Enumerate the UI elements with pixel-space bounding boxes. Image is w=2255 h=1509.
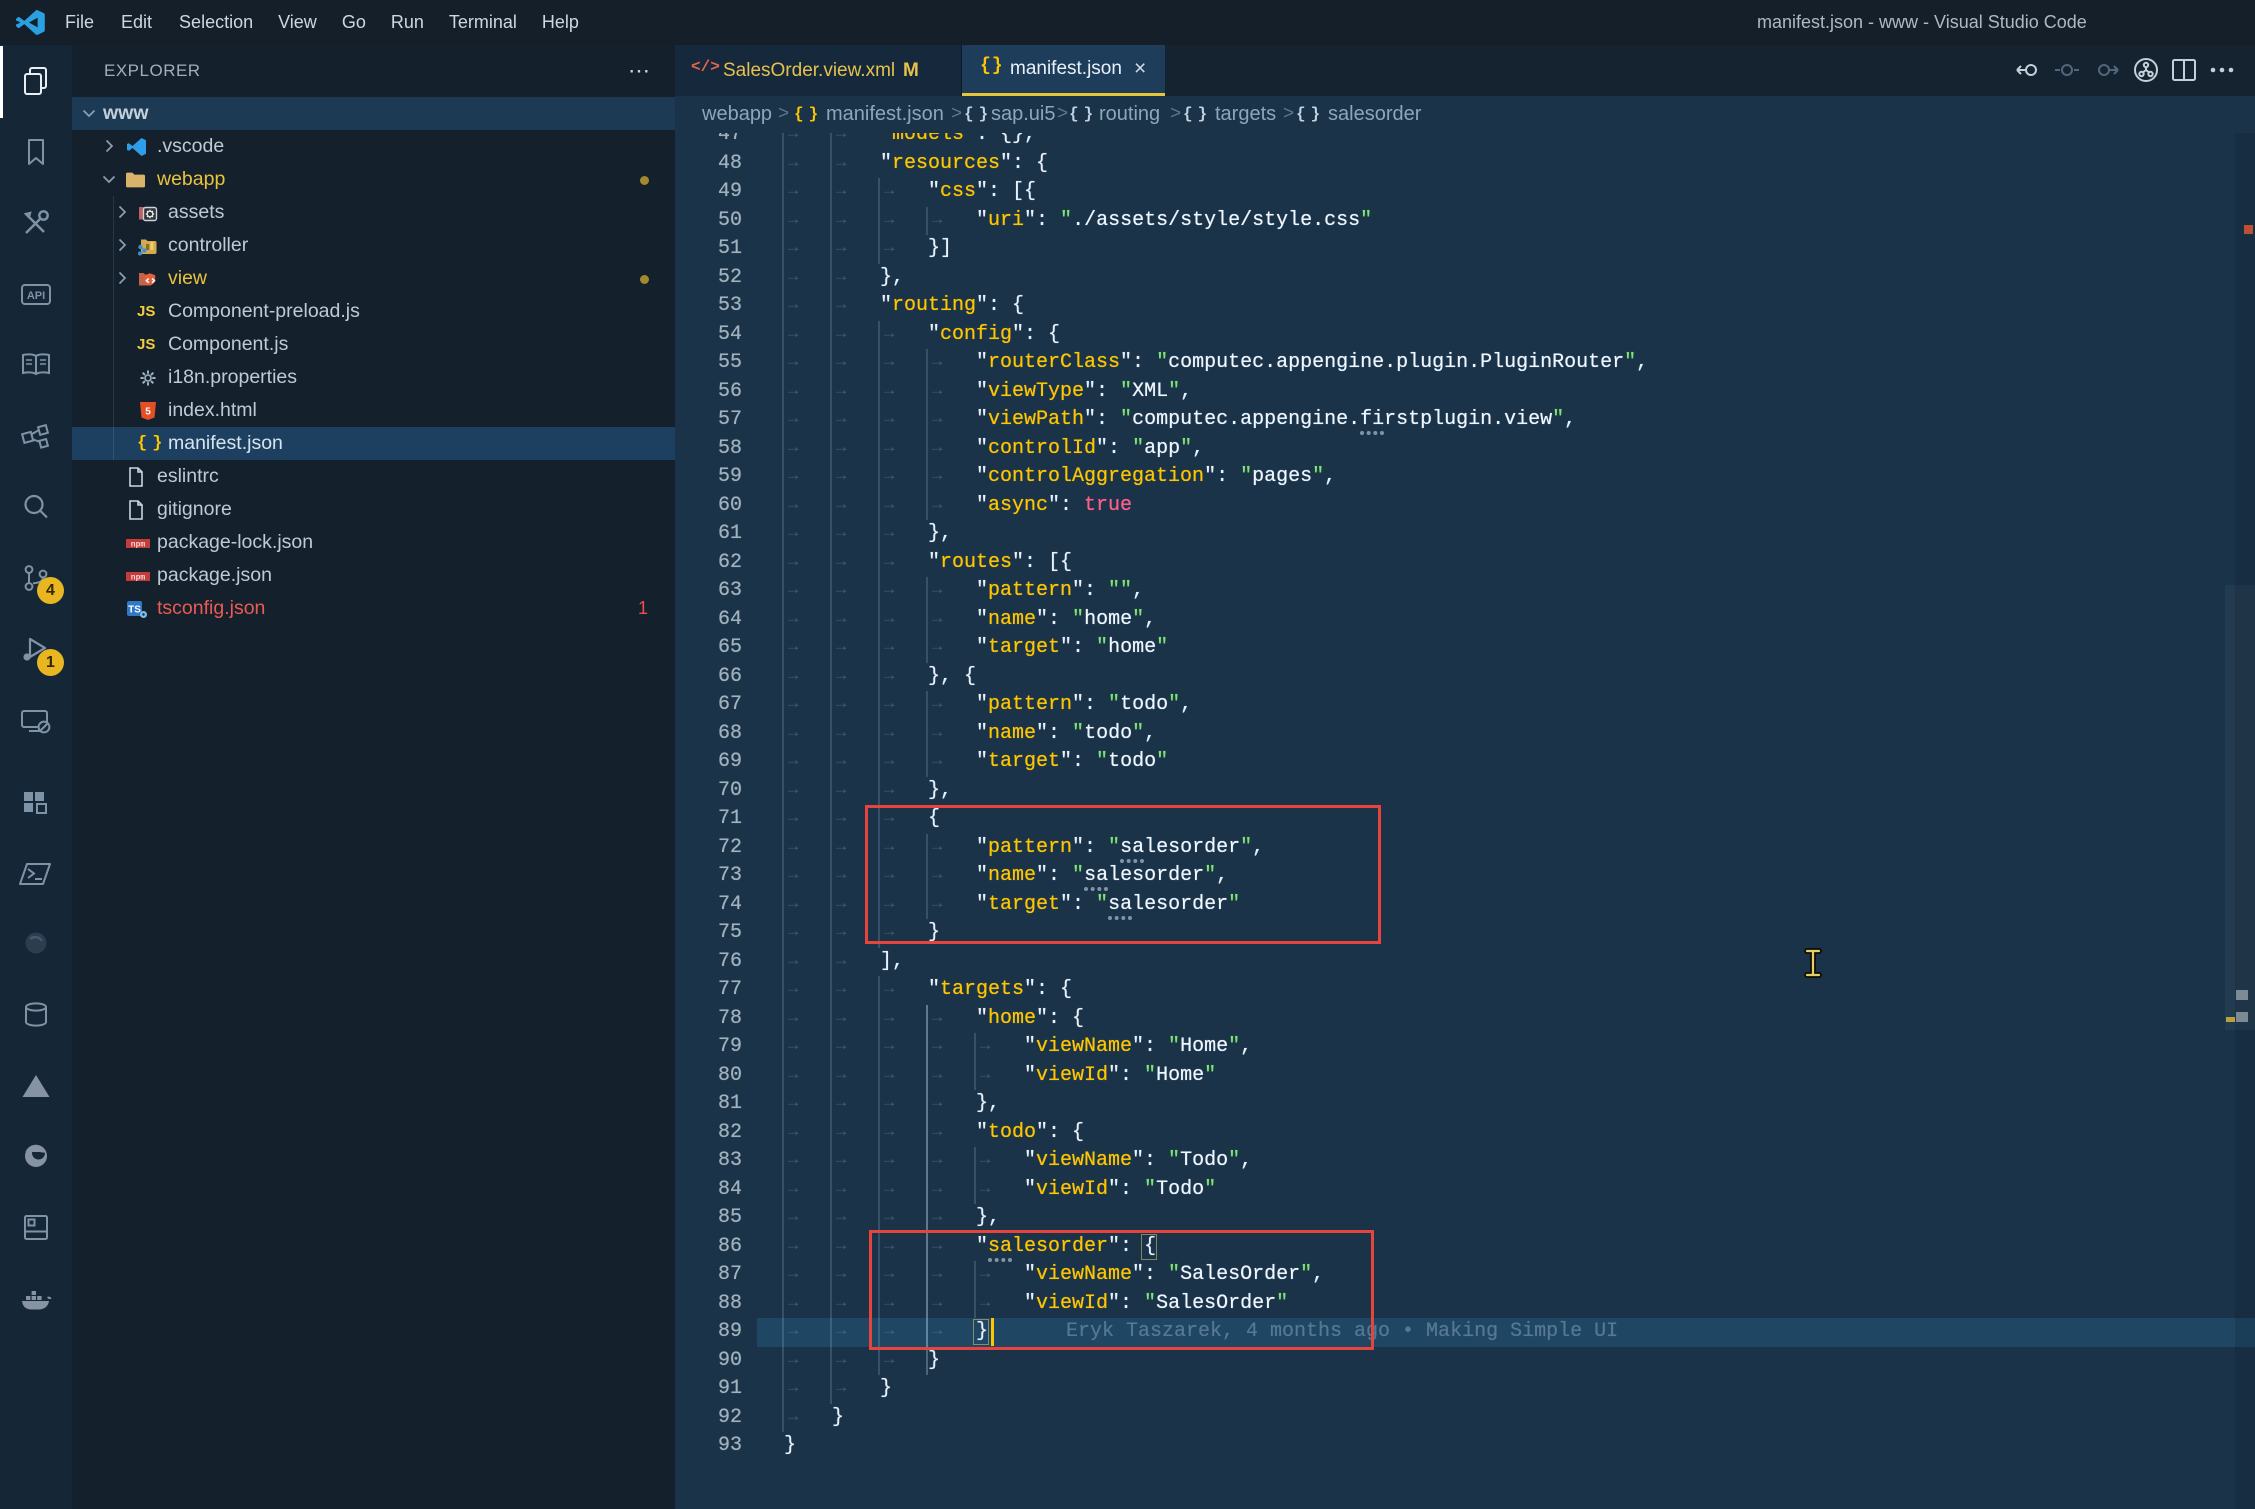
svg-text:npm: npm bbox=[131, 573, 146, 582]
svg-text:API: API bbox=[27, 290, 45, 302]
svg-text:TS: TS bbox=[128, 604, 141, 615]
svg-text:5: 5 bbox=[145, 406, 151, 417]
svg-text:npm: npm bbox=[131, 540, 146, 549]
